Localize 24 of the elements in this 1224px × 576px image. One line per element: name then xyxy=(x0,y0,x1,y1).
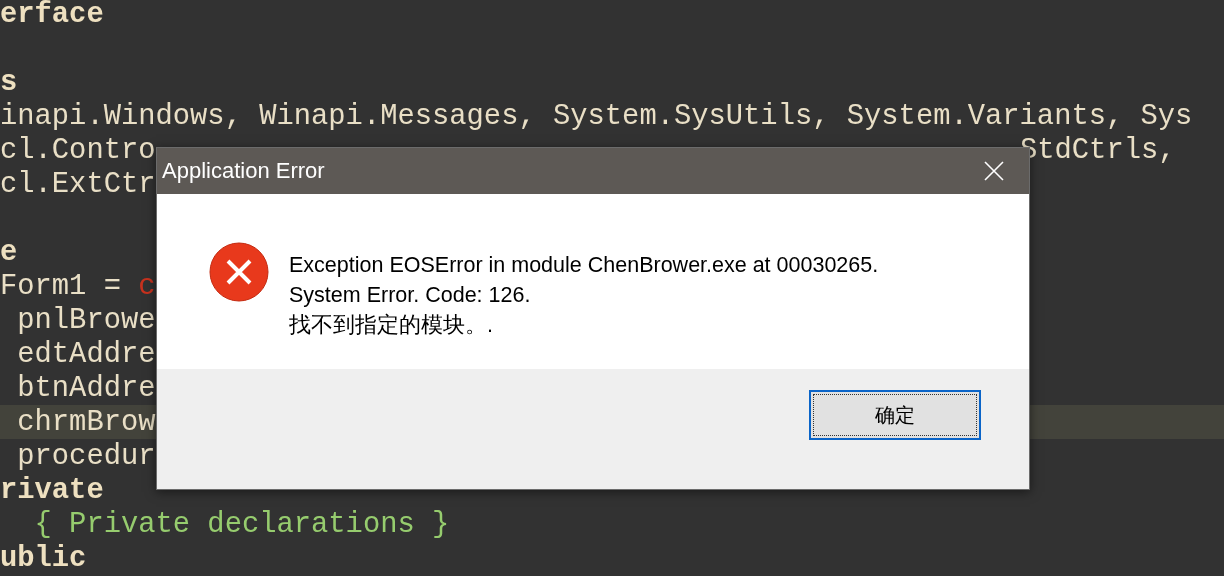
code-text: StdCtrls, xyxy=(1020,133,1176,167)
code-text: ublic xyxy=(0,541,87,575)
code-text: cl.Contro xyxy=(0,133,156,167)
code-text: s xyxy=(0,65,18,99)
code-text: chrmBrow xyxy=(16,405,156,439)
code-text: inapi.Windows, Winapi.Messages, System.SysUtils, System.Variants, Sys xyxy=(0,99,1193,133)
code-text: btnAddre xyxy=(16,371,156,405)
ok-button[interactable]: 确定 xyxy=(809,390,981,440)
error-icon xyxy=(209,242,269,302)
code-text: e xyxy=(0,235,18,269)
error-message: 找不到指定的模块。. xyxy=(289,312,494,339)
code-text: procedur xyxy=(16,439,156,473)
code-text: erface xyxy=(0,0,104,31)
code-text: pnlBrowe xyxy=(16,303,156,337)
code-text: rivate xyxy=(0,473,104,507)
code-comment: { Private declarations } xyxy=(33,507,450,541)
code-text: c xyxy=(138,269,156,303)
code-text: edtAddre xyxy=(16,337,156,371)
code-text: cl.ExtCtr xyxy=(0,167,156,201)
error-message: System Error. Code: 126. xyxy=(289,282,532,309)
close-icon xyxy=(984,161,1004,181)
dialog-title: Application Error xyxy=(162,158,325,184)
error-message: Exception EOSError in module ChenBrower.exe at 00030265. xyxy=(289,252,879,279)
code-text: Form1 = xyxy=(0,269,122,303)
